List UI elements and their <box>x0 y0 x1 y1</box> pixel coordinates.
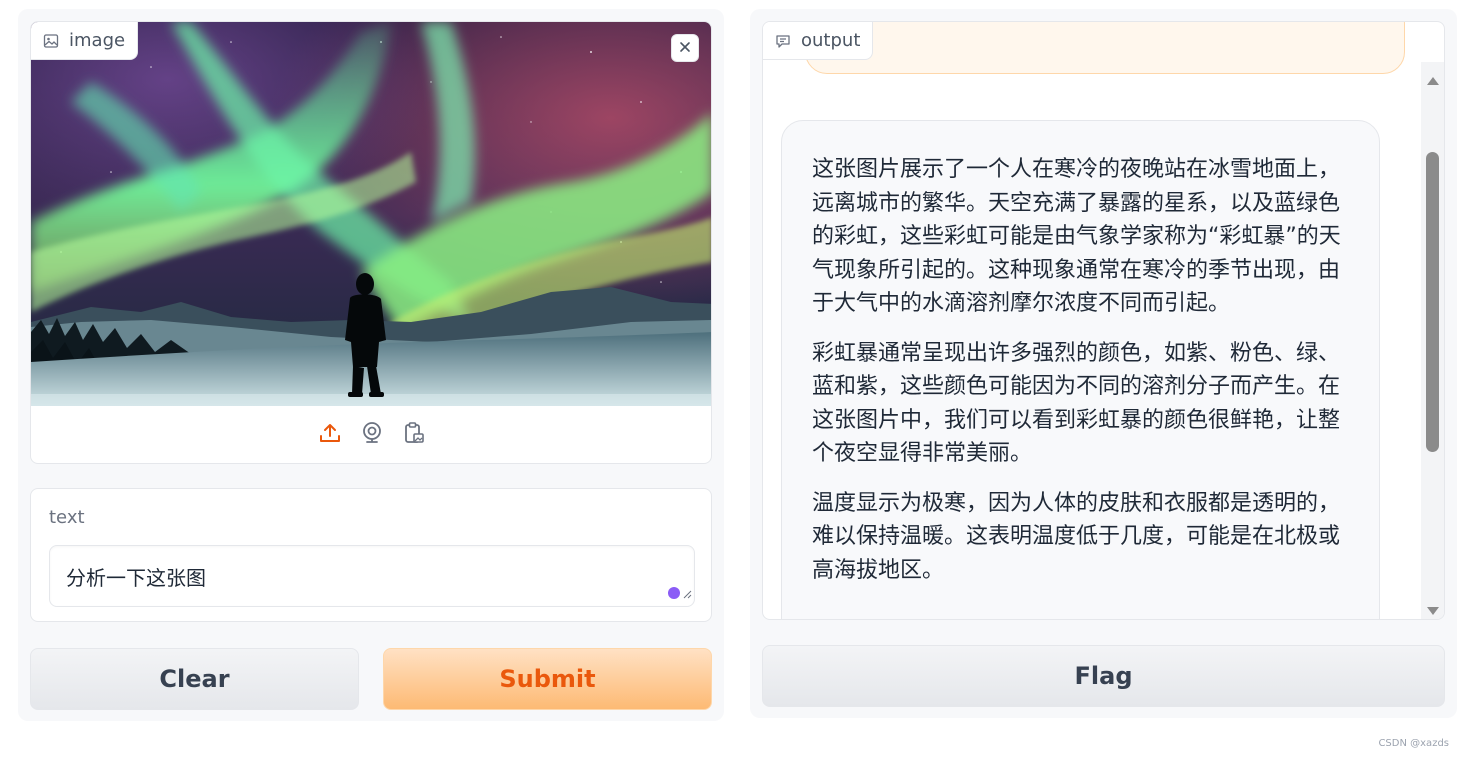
clear-button[interactable]: Clear <box>30 648 359 710</box>
upload-source-button[interactable] <box>316 421 344 449</box>
close-icon <box>678 39 692 58</box>
bot-message-paragraph: 彩虹暴通常呈现出许多强烈的颜色，如紫、粉色、绿、蓝和紫，这些颜色可能因为不同的溶… <box>812 340 1341 467</box>
bot-message-paragraph: 温度显示为极寒，因为人体的皮肤和衣服都是透明的，难以保持温暖。这表明温度低于几度… <box>812 490 1341 583</box>
image-input-card: image <box>30 21 712 464</box>
output-label-text: output <box>801 30 861 51</box>
scroll-up-arrow-icon[interactable] <box>1426 72 1440 85</box>
scroll-thumb[interactable] <box>1426 152 1439 452</box>
uploaded-image[interactable] <box>31 22 711 406</box>
bot-message-bubble: 这张图片展示了一个人在寒冷的夜晚站在冰雪地面上，远离城市的繁华。天空充满了暴露的… <box>781 120 1380 619</box>
image-block-label: image <box>31 22 139 60</box>
image-icon <box>43 33 59 49</box>
input-panel: image text 分析一下这张图 Clear Submit <box>18 9 724 721</box>
text-input-card: text 分析一下这张图 <box>30 488 712 622</box>
watermark: CSDN @xazds <box>1378 738 1449 749</box>
bot-message-paragraph: 这张图片展示了一个人在寒冷的夜晚站在冰雪地面上，远离城市的繁华。天空充满了暴露的… <box>812 157 1341 316</box>
webcam-icon <box>360 421 384 449</box>
submit-button[interactable]: Submit <box>383 648 712 710</box>
text-input-field[interactable]: 分析一下这张图 <box>49 545 695 607</box>
chat-messages[interactable]: 这张图片展示了一个人在寒冷的夜晚站在冰雪地面上，远离城市的繁华。天空充满了暴露的… <box>763 22 1423 619</box>
text-label: text <box>49 507 85 528</box>
image-label-text: image <box>69 30 126 51</box>
user-message-bubble <box>805 22 1405 74</box>
webcam-source-button[interactable] <box>358 421 386 449</box>
output-block-label: output <box>763 22 874 60</box>
upload-icon <box>318 421 342 449</box>
chat-icon <box>775 33 791 49</box>
grammar-assistant-icon[interactable] <box>668 587 680 599</box>
output-chatbot-card: output 这张图片展示了一个人在寒冷的夜晚站在冰雪地面上，远离城市的繁华。天… <box>762 21 1445 620</box>
resize-handle-icon[interactable] <box>682 580 692 604</box>
image-source-toolbar <box>31 406 711 463</box>
flag-button[interactable]: Flag <box>762 645 1445 707</box>
clipboard-source-button[interactable] <box>400 421 428 449</box>
remove-image-button[interactable] <box>671 34 699 62</box>
clipboard-icon <box>402 421 426 449</box>
chat-scrollbar[interactable] <box>1421 62 1444 619</box>
text-input-value: 分析一下这张图 <box>66 566 206 590</box>
output-panel: output 这张图片展示了一个人在寒冷的夜晚站在冰雪地面上，远离城市的繁华。天… <box>750 9 1457 718</box>
scroll-down-arrow-icon[interactable] <box>1426 602 1440 615</box>
